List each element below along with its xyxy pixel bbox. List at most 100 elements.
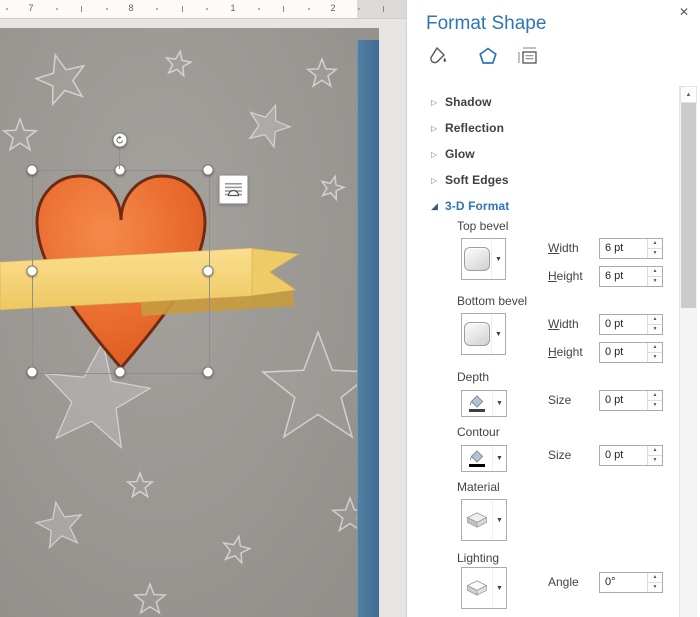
top-bevel-width-spinner[interactable]: 6 pt ▲▼ bbox=[599, 238, 663, 259]
top-bevel-label: Top bevel bbox=[457, 219, 508, 233]
spin-down-icon[interactable]: ▼ bbox=[648, 400, 662, 410]
tab-effects[interactable] bbox=[475, 44, 501, 68]
bottom-bevel-dropdown[interactable]: ▼ bbox=[461, 313, 506, 355]
depth-size-value: 0 pt bbox=[600, 391, 647, 410]
bevel-preset-icon bbox=[464, 247, 490, 271]
chevron-right-icon: ▷ bbox=[431, 176, 445, 185]
spin-up-icon[interactable]: ▲ bbox=[648, 391, 662, 400]
section-shadow[interactable]: ▷ Shadow bbox=[431, 92, 671, 112]
bottom-bevel-width-spinner[interactable]: 0 pt ▲▼ bbox=[599, 314, 663, 335]
contour-size-spinner[interactable]: 0 pt ▲▼ bbox=[599, 445, 663, 466]
section-label: Soft Edges bbox=[445, 173, 509, 187]
contour-bucket-icon bbox=[469, 450, 485, 463]
size-label: Size bbox=[548, 448, 571, 462]
chevron-right-icon: ▷ bbox=[431, 150, 445, 159]
ruler-number: 1 bbox=[228, 3, 238, 13]
spin-up-icon[interactable]: ▲ bbox=[648, 239, 662, 248]
spin-up-icon[interactable]: ▲ bbox=[648, 446, 662, 455]
bottom-bevel-height-value: 0 pt bbox=[600, 343, 647, 362]
material-dropdown[interactable]: ▼ bbox=[461, 499, 507, 541]
ruler-number: 8 bbox=[126, 3, 136, 13]
selection-handle[interactable] bbox=[115, 165, 126, 176]
contour-size-value: 0 pt bbox=[600, 446, 647, 465]
dropdown-arrow-icon[interactable]: ▼ bbox=[491, 239, 505, 279]
spin-down-icon[interactable]: ▼ bbox=[648, 352, 662, 362]
width-label: Width bbox=[548, 317, 579, 331]
scroll-up-button[interactable]: ▲ bbox=[680, 86, 697, 103]
section-3d-format[interactable]: ◢ 3-D Format bbox=[431, 196, 671, 216]
dropdown-arrow-icon[interactable]: ▼ bbox=[492, 500, 506, 540]
dropdown-arrow-icon[interactable]: ▼ bbox=[491, 314, 505, 354]
bottom-bevel-height-spinner[interactable]: 0 pt ▲▼ bbox=[599, 342, 663, 363]
height-label: Height bbox=[548, 345, 583, 359]
pentagon-icon bbox=[478, 46, 498, 66]
selection-handle[interactable] bbox=[203, 165, 214, 176]
lighting-angle-value: 0° bbox=[600, 573, 647, 592]
spin-down-icon[interactable]: ▼ bbox=[648, 582, 662, 592]
selection-handle[interactable] bbox=[27, 266, 38, 277]
chevron-right-icon: ▷ bbox=[431, 98, 445, 107]
tab-layout-properties[interactable] bbox=[515, 44, 541, 68]
top-bevel-height-value: 6 pt bbox=[600, 267, 647, 286]
selection-border bbox=[32, 170, 210, 374]
section-soft-edges[interactable]: ▷ Soft Edges bbox=[431, 170, 671, 190]
bevel-preset-icon bbox=[464, 322, 490, 346]
pane-scrollbar[interactable]: ▲ bbox=[679, 86, 697, 617]
depth-bucket-icon bbox=[469, 395, 485, 408]
height-label: Height bbox=[548, 269, 583, 283]
rotation-handle[interactable] bbox=[113, 133, 128, 148]
ruler-number: 7 bbox=[26, 3, 36, 13]
paint-bucket-icon bbox=[427, 46, 447, 66]
lighting-angle-spinner[interactable]: 0° ▲▼ bbox=[599, 572, 663, 593]
scrollbar-thumb[interactable] bbox=[681, 103, 696, 308]
rotation-handle-stem bbox=[119, 148, 120, 169]
spin-up-icon[interactable]: ▲ bbox=[648, 343, 662, 352]
spin-down-icon[interactable]: ▼ bbox=[648, 324, 662, 334]
spin-down-icon[interactable]: ▼ bbox=[648, 455, 662, 465]
horizontal-ruler[interactable]: 7 8 1 2 bbox=[0, 0, 406, 19]
section-label: Shadow bbox=[445, 95, 492, 109]
lighting-slab-icon bbox=[464, 578, 490, 598]
contour-label: Contour bbox=[457, 425, 500, 439]
top-bevel-height-spinner[interactable]: 6 pt ▲▼ bbox=[599, 266, 663, 287]
dropdown-arrow-icon[interactable]: ▼ bbox=[492, 446, 506, 471]
bottom-bevel-label: Bottom bevel bbox=[457, 294, 527, 308]
section-glow[interactable]: ▷ Glow bbox=[431, 144, 671, 164]
spin-down-icon[interactable]: ▼ bbox=[648, 248, 662, 258]
lighting-label: Lighting bbox=[457, 551, 499, 565]
selection-handle[interactable] bbox=[203, 266, 214, 277]
format-shape-pane: Format Shape ✕ ▷ Shadow bbox=[406, 0, 700, 617]
angle-label: Angle bbox=[548, 575, 579, 589]
spin-up-icon[interactable]: ▲ bbox=[648, 315, 662, 324]
width-label: Width bbox=[548, 241, 579, 255]
material-slab-icon bbox=[464, 510, 490, 530]
depth-color-bar bbox=[469, 409, 485, 412]
depth-size-spinner[interactable]: 0 pt ▲▼ bbox=[599, 390, 663, 411]
layout-options-button[interactable] bbox=[219, 175, 248, 204]
spin-down-icon[interactable]: ▼ bbox=[648, 276, 662, 286]
size-label: Size bbox=[548, 393, 571, 407]
selection-handle[interactable] bbox=[115, 367, 126, 378]
contour-color-dropdown[interactable]: ▼ bbox=[461, 445, 507, 472]
section-label: Glow bbox=[445, 147, 475, 161]
dropdown-arrow-icon[interactable]: ▼ bbox=[492, 391, 506, 416]
application-window: 7 8 1 2 bbox=[0, 0, 700, 617]
depth-color-dropdown[interactable]: ▼ bbox=[461, 390, 507, 417]
section-label: 3-D Format bbox=[445, 199, 509, 213]
selection-handle[interactable] bbox=[27, 165, 38, 176]
spin-up-icon[interactable]: ▲ bbox=[648, 573, 662, 582]
tab-fill-line[interactable] bbox=[424, 44, 450, 68]
section-reflection[interactable]: ▷ Reflection bbox=[431, 118, 671, 138]
selection-handle[interactable] bbox=[203, 367, 214, 378]
dropdown-arrow-icon[interactable]: ▼ bbox=[492, 568, 506, 608]
close-icon[interactable]: ✕ bbox=[679, 5, 689, 19]
chevron-right-icon: ▷ bbox=[431, 124, 445, 133]
layout-properties-icon bbox=[517, 46, 539, 66]
contour-color-bar bbox=[469, 464, 485, 467]
page-blue-border bbox=[357, 40, 379, 617]
lighting-dropdown[interactable]: ▼ bbox=[461, 567, 507, 609]
top-bevel-dropdown[interactable]: ▼ bbox=[461, 238, 506, 280]
selection-handle[interactable] bbox=[27, 367, 38, 378]
spin-up-icon[interactable]: ▲ bbox=[648, 267, 662, 276]
pane-title: Format Shape bbox=[426, 13, 546, 35]
